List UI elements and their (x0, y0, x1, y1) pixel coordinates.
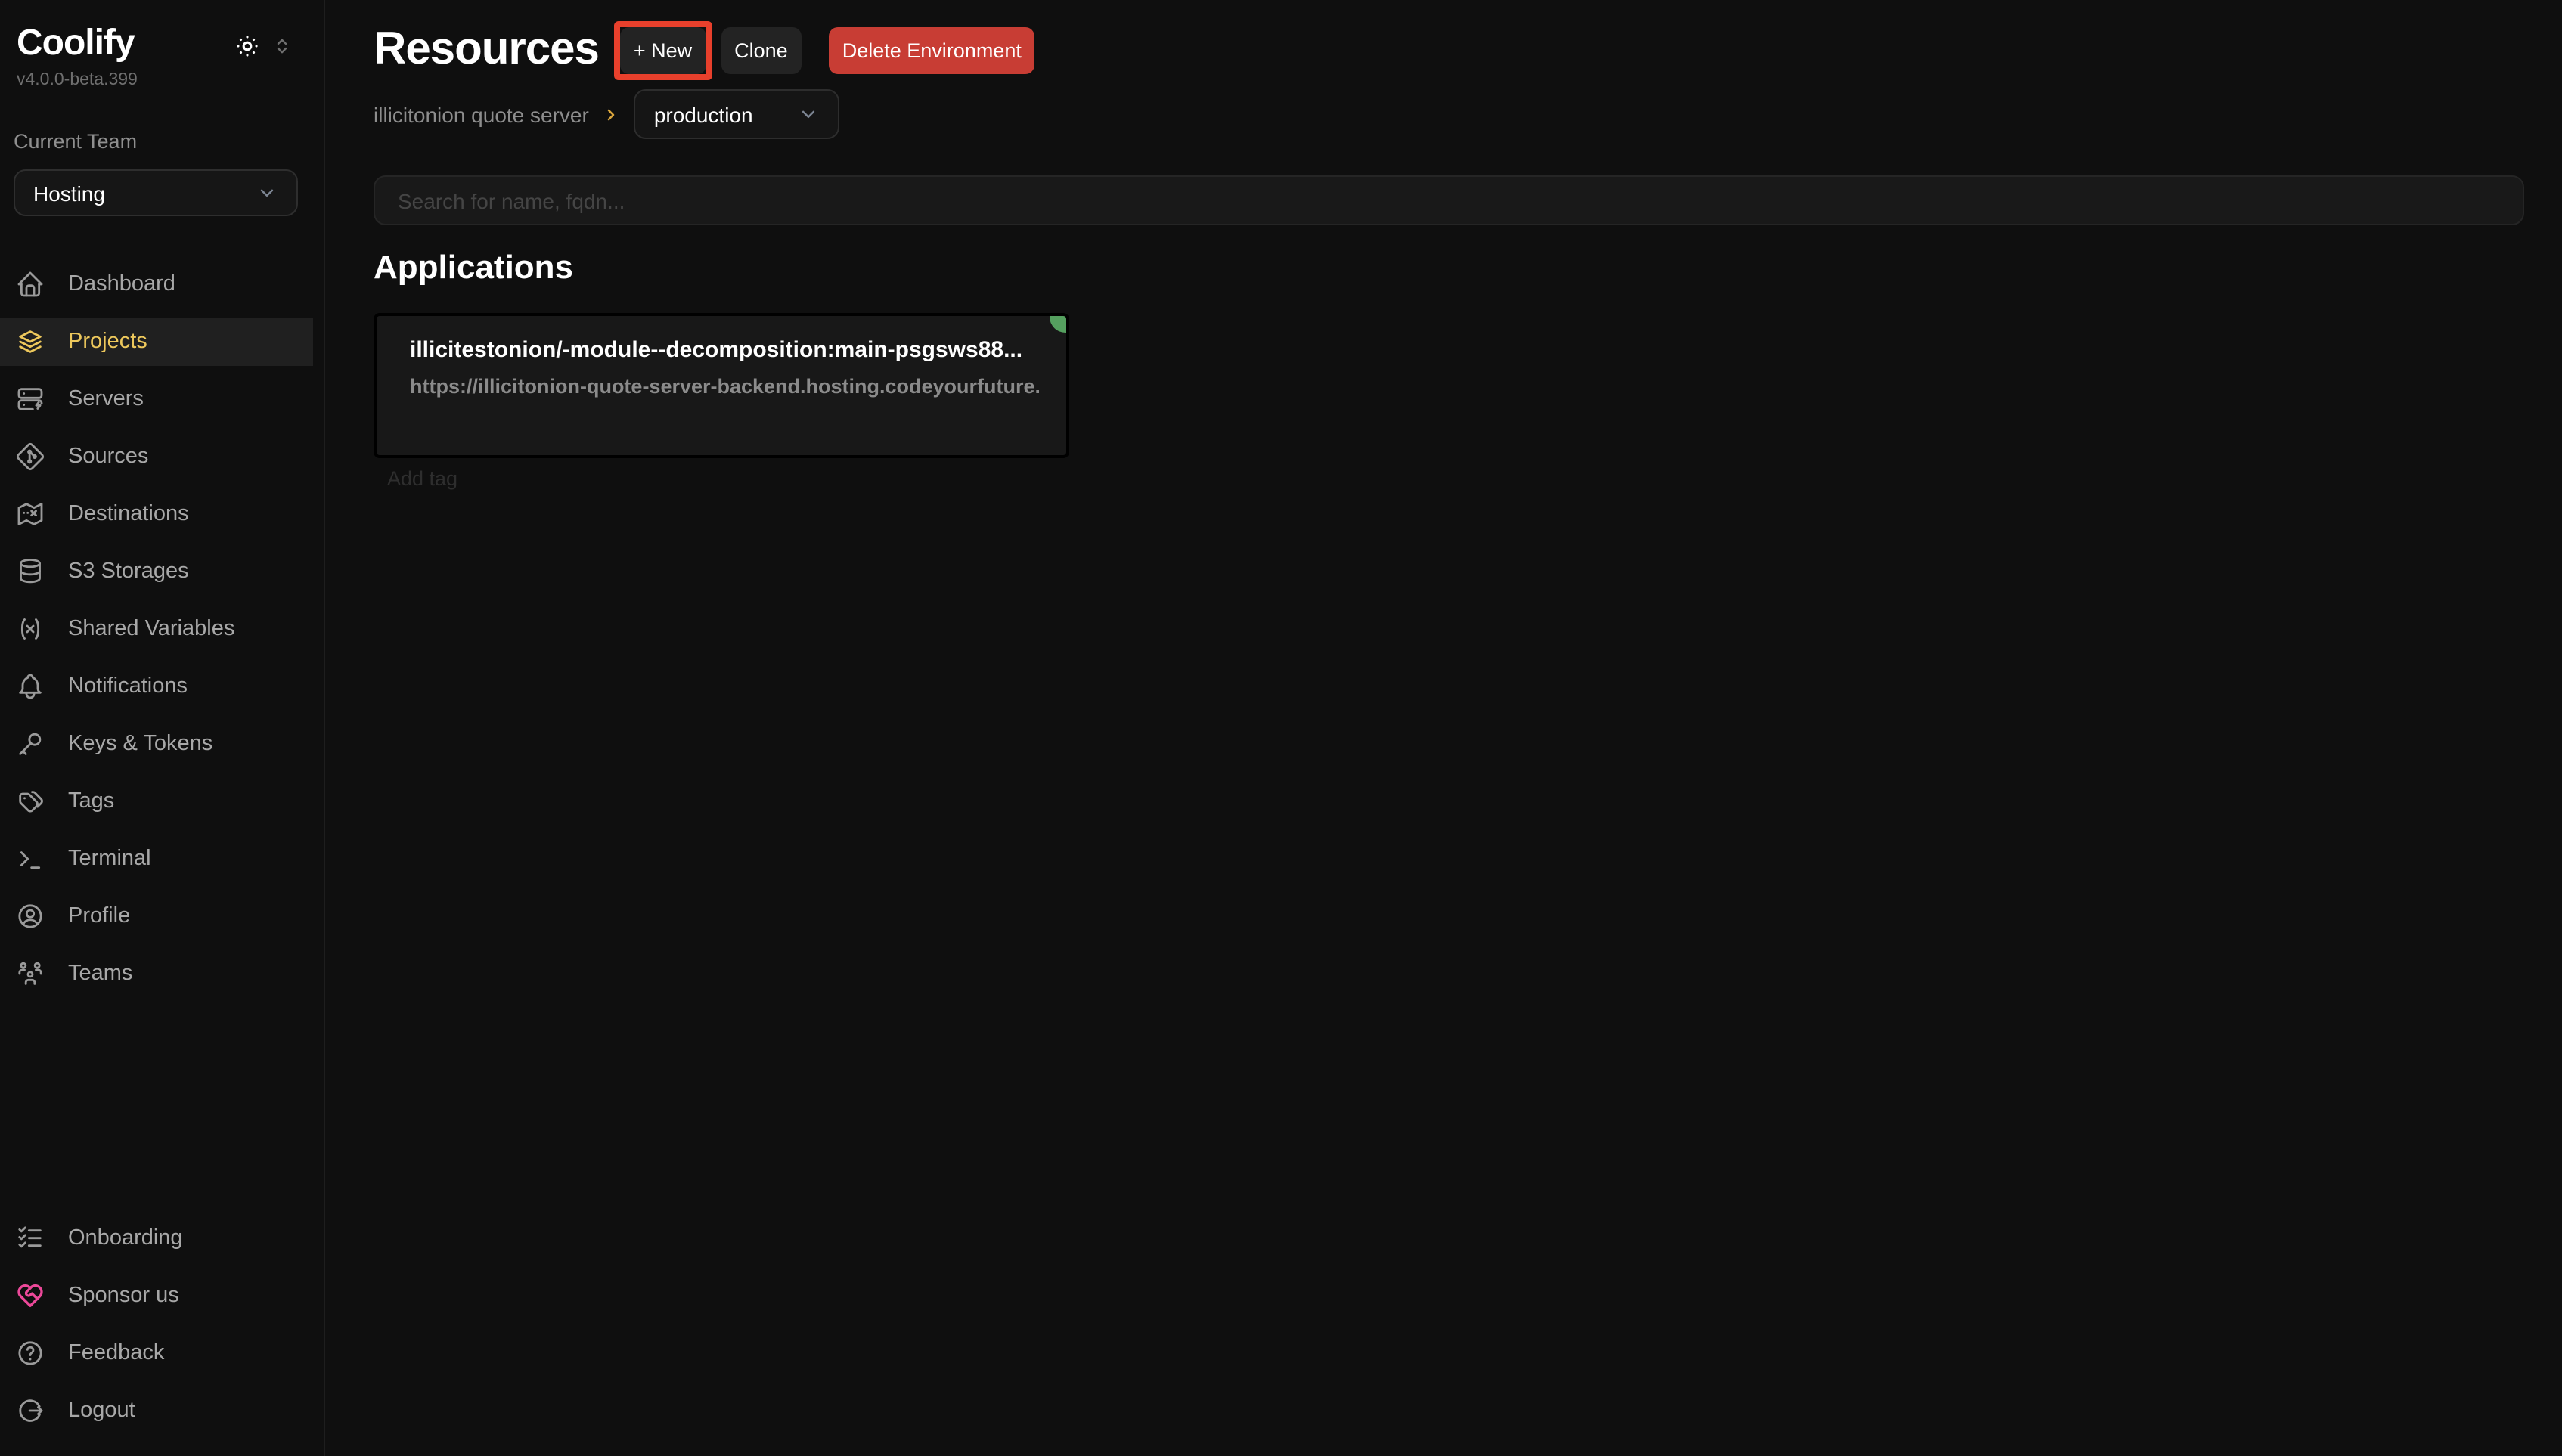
sun-icon (234, 33, 260, 59)
sidebar-item-s3-storages[interactable]: S3 Storages (0, 547, 313, 596)
logout-icon (15, 1396, 45, 1426)
app-version: v4.0.0-beta.399 (17, 71, 138, 89)
theme-toggle-button[interactable] (234, 33, 260, 59)
new-button[interactable]: + New (620, 26, 706, 73)
search-input[interactable] (374, 175, 2524, 225)
applications-section-title: Applications (374, 248, 573, 287)
sidebar-item-label: Teams (68, 962, 132, 986)
sidebar-item-label: Sponsor us (68, 1284, 179, 1308)
add-tag-input[interactable]: Add tag (387, 467, 458, 490)
clone-button[interactable]: Clone (721, 26, 802, 73)
variable-icon (15, 614, 45, 644)
theme-select-caret[interactable] (271, 35, 293, 57)
sidebar-item-label: Profile (68, 904, 130, 928)
application-card[interactable]: illicitestonion/-module--decomposition:m… (374, 313, 1069, 458)
main-content: Resources + New Clone Delete Environment… (325, 0, 2562, 1456)
database-icon (15, 556, 45, 587)
sidebar-item-tags[interactable]: Tags (0, 777, 313, 826)
sidebar-item-projects[interactable]: Projects (0, 318, 313, 366)
click-target-annotation: + New (614, 20, 712, 79)
application-title: illicitestonion/-module--decomposition:m… (410, 337, 1039, 363)
key-icon (15, 729, 45, 759)
environment-select-value: production (654, 102, 753, 126)
terminal-icon (15, 844, 45, 874)
team-select-value: Hosting (33, 181, 105, 205)
sidebar-item-notifications[interactable]: Notifications (0, 662, 313, 711)
sidebar-item-label: Tags (68, 789, 114, 813)
sidebar-item-label: S3 Storages (68, 559, 189, 584)
team-select[interactable]: Hosting (14, 169, 298, 216)
layers-icon (15, 327, 45, 357)
chevron-down-icon (798, 103, 820, 125)
chevron-right-icon (603, 105, 621, 123)
help-circle-icon (15, 1338, 45, 1368)
sidebar-item-label: Logout (68, 1399, 135, 1423)
breadcrumb: illicitonion quote server production (374, 89, 840, 139)
sidebar-item-terminal[interactable]: Terminal (0, 835, 313, 883)
chevron-down-icon (256, 181, 278, 204)
sidebar-item-sponsor-us[interactable]: Sponsor us (0, 1272, 313, 1320)
theme-controls (234, 33, 293, 59)
sidebar-item-dashboard[interactable]: Dashboard (0, 260, 313, 308)
server-icon (15, 384, 45, 414)
sidebar-item-label: Projects (68, 330, 147, 354)
tag-icon (15, 786, 45, 816)
sidebar: Coolify v4.0.0-beta.399 Current (0, 0, 325, 1456)
application-url: https://illicitonion-quote-server-backen… (410, 375, 1039, 398)
sidebar-item-label: Servers (68, 387, 144, 411)
map-icon (15, 499, 45, 529)
sidebar-item-label: Dashboard (68, 272, 175, 296)
status-indicator-running (1050, 313, 1069, 333)
sidebar-item-label: Onboarding (68, 1226, 183, 1250)
sidebar-item-label: Destinations (68, 502, 189, 526)
sidebar-item-label: Notifications (68, 674, 188, 699)
page-header: Resources + New Clone Delete Environment (374, 20, 1035, 80)
sidebar-item-label: Terminal (68, 847, 151, 871)
checklist-icon (15, 1223, 45, 1253)
sidebar-item-label: Shared Variables (68, 617, 234, 641)
sidebar-item-onboarding[interactable]: Onboarding (0, 1214, 313, 1262)
coolify-app: Coolify v4.0.0-beta.399 Current (0, 0, 2562, 1456)
sidebar-footer: Onboarding Sponsor us (0, 1214, 324, 1444)
current-team-label: Current Team (14, 130, 137, 153)
sidebar-item-servers[interactable]: Servers (0, 375, 313, 423)
sidebar-item-profile[interactable]: Profile (0, 892, 313, 940)
sidebar-item-feedback[interactable]: Feedback (0, 1329, 313, 1377)
sidebar-item-keys-tokens[interactable]: Keys & Tokens (0, 720, 313, 768)
user-circle-icon (15, 901, 45, 931)
heart-handshake-icon (15, 1281, 45, 1311)
sidebar-item-teams[interactable]: Teams (0, 949, 313, 998)
chevron-up-down-icon (271, 35, 293, 57)
app-logo[interactable]: Coolify (17, 23, 135, 65)
sidebar-item-label: Feedback (68, 1341, 164, 1365)
sidebar-item-sources[interactable]: Sources (0, 432, 313, 481)
page-title: Resources (374, 24, 599, 76)
git-icon (15, 441, 45, 472)
environment-select[interactable]: production (634, 89, 840, 139)
sidebar-item-label: Keys & Tokens (68, 732, 212, 756)
home-icon (15, 269, 45, 299)
sidebar-nav: Dashboard Projects Servers (0, 260, 324, 1007)
users-group-icon (15, 959, 45, 989)
bell-icon (15, 671, 45, 702)
breadcrumb-project[interactable]: illicitonion quote server (374, 102, 589, 126)
sidebar-item-label: Sources (68, 445, 148, 469)
delete-environment-button[interactable]: Delete Environment (829, 26, 1035, 73)
sidebar-item-shared-variables[interactable]: Shared Variables (0, 605, 313, 653)
sidebar-item-destinations[interactable]: Destinations (0, 490, 313, 538)
sidebar-item-logout[interactable]: Logout (0, 1386, 313, 1435)
